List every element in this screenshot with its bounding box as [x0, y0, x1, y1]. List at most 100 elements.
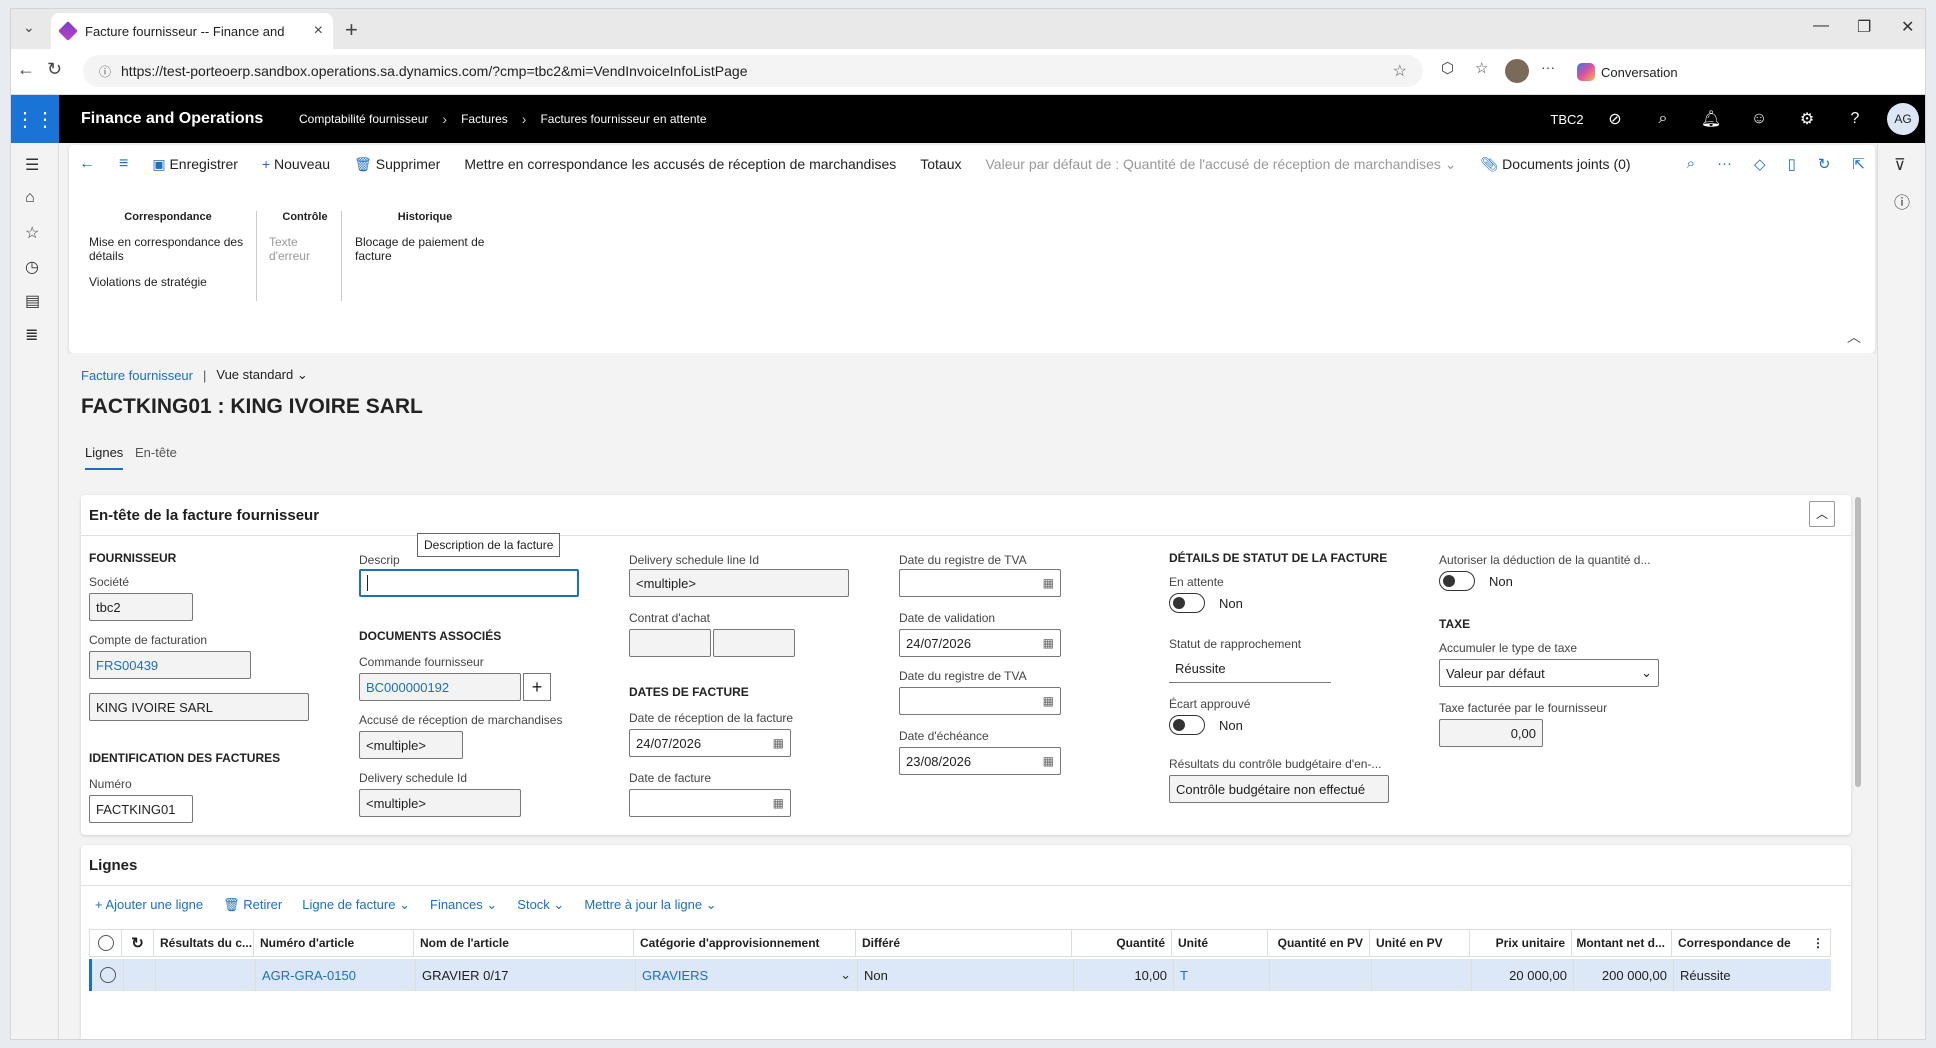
modules-list-icon[interactable]: ≣: [25, 325, 38, 345]
view-dropdown[interactable]: Vue standard ⌄: [216, 367, 307, 383]
reception-date-field[interactable]: 24/07/2026 ▦: [629, 729, 791, 757]
calendar-icon[interactable]: ▦: [1043, 754, 1054, 768]
unit-cell[interactable]: T: [1174, 959, 1270, 991]
menu-lines-icon[interactable]: ≡: [119, 155, 128, 173]
attachments-button[interactable]: 📎︎ Documents joints (0): [1481, 156, 1631, 173]
scrollbar-thumb[interactable]: [1855, 497, 1861, 787]
column-options-icon[interactable]: ⋮: [1812, 936, 1824, 950]
validation-date-field[interactable]: 24/07/2026 ▦: [899, 629, 1061, 657]
avatar[interactable]: AG: [1887, 103, 1919, 135]
item-name-cell[interactable]: GRAVIER 0/17: [416, 959, 636, 991]
menu-item-details-matching[interactable]: Mise en correspondance des détails: [89, 235, 247, 263]
number-field[interactable]: FACTKING01: [89, 795, 193, 823]
collapse-chevron-up-icon[interactable]: ︿: [1847, 327, 1861, 347]
item-number-link[interactable]: AGR-GRA-0150: [256, 959, 416, 991]
pv-unit-cell[interactable]: [1372, 959, 1472, 991]
app-launcher-icon[interactable]: ⋮⋮: [11, 95, 59, 143]
col-header[interactable]: Catégorie d'approvisionnement: [634, 930, 856, 956]
due-date-field[interactable]: 23/08/2026 ▦: [899, 747, 1061, 775]
col-header[interactable]: Résultats du c...: [154, 930, 254, 956]
col-header[interactable]: Nom de l'article: [414, 930, 634, 956]
calendar-icon[interactable]: ▦: [1043, 576, 1054, 590]
filter-icon[interactable]: ⊽: [1894, 155, 1906, 175]
site-info-icon[interactable]: ⓘ: [99, 63, 111, 80]
url-field[interactable]: ⓘ https://test-porteoerp.sandbox.operati…: [83, 55, 1423, 87]
feedback-smiley-icon[interactable]: ☺: [1735, 110, 1783, 128]
default-quantity-dropdown[interactable]: Valeur par défaut de : Quantité de l'acc…: [986, 156, 1457, 173]
power-apps-icon[interactable]: ◇: [1754, 155, 1766, 173]
calendar-icon[interactable]: ▦: [1043, 694, 1054, 708]
remove-button[interactable]: 🗑︎ Retirer: [223, 897, 282, 913]
match-cell[interactable]: Réussite: [1674, 959, 1832, 991]
table-row[interactable]: AGR-GRA-0150 GRAVIER 0/17 GRAVIERS ⌄ Non …: [89, 959, 1831, 991]
variance-toggle[interactable]: [1169, 715, 1205, 735]
schedule-id-field[interactable]: <multiple>: [359, 789, 521, 817]
col-header[interactable]: Montant net d...: [1572, 930, 1672, 956]
more-options-icon[interactable]: ···: [1717, 155, 1732, 173]
favorites-star-icon[interactable]: ☆: [25, 223, 39, 243]
extensions-icon[interactable]: ⬡: [1441, 59, 1454, 77]
col-header[interactable]: Numéro d'article: [254, 930, 414, 956]
refresh-icon[interactable]: ↻: [47, 59, 62, 80]
row-select-radio[interactable]: [92, 959, 124, 991]
back-arrow-icon[interactable]: ←: [79, 155, 95, 173]
col-header[interactable]: Quantité en PV: [1268, 930, 1370, 956]
vat-date-field[interactable]: ▦: [899, 569, 1061, 597]
match-receipts-button[interactable]: Mettre en correspondance les accusés de …: [464, 156, 896, 172]
search-icon[interactable]: ⌕: [1639, 110, 1687, 128]
breadcrumb-item[interactable]: Comptabilité fournisseur: [299, 112, 428, 126]
stock-menu[interactable]: Stock ⌄: [517, 897, 564, 913]
home-icon[interactable]: ⌂: [25, 189, 35, 207]
settings-gear-icon[interactable]: ⚙: [1783, 109, 1831, 129]
company-field[interactable]: tbc2: [89, 593, 193, 621]
category-cell[interactable]: GRAVIERS ⌄: [636, 959, 858, 991]
search-icon[interactable]: ⌕: [1687, 155, 1695, 173]
col-header[interactable]: Unité en PV: [1370, 930, 1470, 956]
hold-toggle[interactable]: [1169, 593, 1205, 613]
new-button[interactable]: + Nouveau: [262, 156, 330, 172]
back-icon[interactable]: ←: [17, 59, 35, 80]
refresh-icon[interactable]: ↻: [1818, 155, 1831, 173]
breadcrumb-item[interactable]: Factures: [461, 112, 508, 126]
help-icon[interactable]: ?: [1831, 110, 1879, 128]
calendar-icon[interactable]: ▦: [773, 796, 784, 810]
office-icon[interactable]: ▯: [1788, 155, 1796, 173]
hamburger-menu-icon[interactable]: ☰: [25, 155, 39, 175]
chevron-down-icon[interactable]: ⌄: [840, 967, 851, 983]
copilot-app-icon[interactable]: ⊘: [1591, 109, 1639, 129]
net-amount-cell[interactable]: 200 000,00: [1574, 959, 1674, 991]
new-tab-icon[interactable]: +: [345, 17, 358, 43]
breadcrumb-item[interactable]: Factures fournisseur en attente: [540, 112, 706, 126]
unit-price-cell[interactable]: 20 000,00: [1472, 959, 1574, 991]
form-link[interactable]: Facture fournisseur: [81, 368, 193, 383]
minimize-icon[interactable]: —: [1813, 17, 1829, 35]
add-line-button[interactable]: + Ajouter une ligne: [95, 897, 203, 913]
deduct-toggle[interactable]: [1439, 571, 1475, 591]
delete-button[interactable]: 🗑︎ Supprimer: [354, 156, 440, 173]
menu-item-policy-violations[interactable]: Violations de stratégie: [89, 275, 247, 289]
po-field[interactable]: BC000000192: [359, 673, 521, 701]
favorites-icon[interactable]: ☆: [1475, 59, 1488, 77]
description-input[interactable]: [359, 569, 579, 597]
pv-quantity-cell[interactable]: [1270, 959, 1372, 991]
tab-lines[interactable]: Lignes: [85, 445, 124, 470]
more-icon[interactable]: ···: [1541, 59, 1555, 75]
notifications-icon[interactable]: 🔔︎: [1687, 109, 1735, 129]
menu-item-payment-hold[interactable]: Blocage de paiement de facture: [355, 235, 495, 263]
col-header[interactable]: Correspondance de ⋮: [1672, 930, 1830, 956]
schedule-line-field[interactable]: <multiple>: [629, 569, 849, 597]
close-window-icon[interactable]: ✕: [1901, 17, 1914, 37]
col-header[interactable]: Prix unitaire: [1470, 930, 1572, 956]
invoice-date-field[interactable]: ▦: [629, 789, 791, 817]
tab-list-icon[interactable]: ⌄: [23, 19, 35, 36]
browser-tab[interactable]: Facture fournisseur -- Finance and ×: [51, 13, 333, 49]
select-all-checkbox[interactable]: [90, 930, 122, 956]
info-icon[interactable]: ⓘ: [1894, 189, 1910, 213]
save-button[interactable]: ▣ Enregistrer: [152, 156, 238, 173]
col-header[interactable]: Unité: [1172, 930, 1268, 956]
workspaces-icon[interactable]: ▤: [25, 291, 40, 311]
tax-invoiced-field[interactable]: 0,00: [1439, 719, 1543, 747]
company-picker[interactable]: TBC2: [1543, 112, 1591, 127]
deferred-cell[interactable]: Non: [858, 959, 1074, 991]
col-header[interactable]: Quantité: [1072, 930, 1172, 956]
